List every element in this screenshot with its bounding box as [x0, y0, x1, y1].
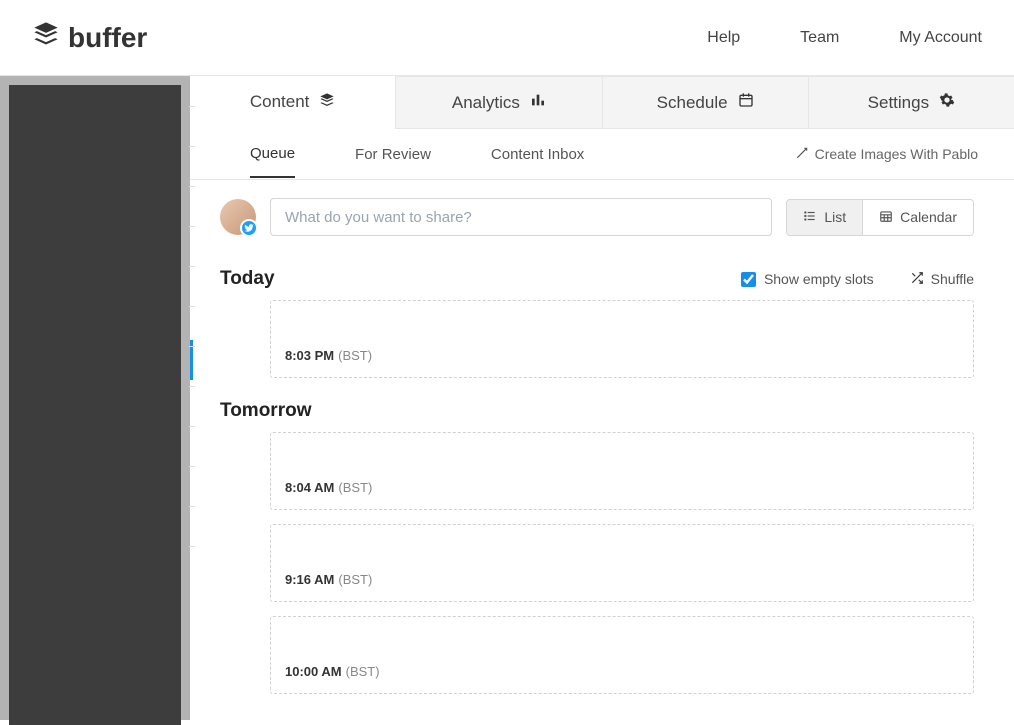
composer-row: List Calendar	[190, 180, 1014, 254]
show-empty-slots-toggle[interactable]: Show empty slots	[741, 271, 874, 287]
tab-analytics-label: Analytics	[452, 93, 520, 113]
tab-settings[interactable]: Settings	[808, 76, 1014, 128]
nav-team[interactable]: Team	[800, 29, 839, 47]
slot-time: 10:00 AM	[285, 664, 342, 679]
tab-settings-label: Settings	[868, 93, 929, 113]
view-calendar-button[interactable]: Calendar	[862, 200, 973, 235]
pablo-label: Create Images With Pablo	[815, 146, 978, 162]
account-separators	[189, 106, 195, 547]
buffer-logo-icon	[32, 20, 60, 55]
wand-icon	[795, 146, 809, 163]
slot-timezone: (BST)	[338, 348, 372, 363]
accounts-sidebar	[0, 76, 190, 720]
subtab-for-review[interactable]: For Review	[355, 132, 431, 177]
slot-time: 8:03 PM	[285, 348, 334, 363]
tab-content[interactable]: Content	[190, 76, 395, 129]
queue-slot[interactable]: 8:03 PM (BST)	[270, 300, 974, 378]
slot-time: 8:04 AM	[285, 480, 334, 495]
list-icon	[803, 209, 817, 226]
content-subtabs: Queue For Review Content Inbox Create Im…	[190, 129, 1014, 180]
day-controls: Show empty slots Shuffle	[741, 271, 974, 288]
nav-help[interactable]: Help	[707, 29, 740, 47]
tab-content-label: Content	[250, 92, 310, 112]
queue-body: Today Show empty slots Shuffle 8:03 PM	[190, 254, 1014, 720]
top-nav: Help Team My Account	[707, 29, 982, 47]
show-empty-slots-label: Show empty slots	[764, 271, 874, 287]
tab-schedule-label: Schedule	[657, 93, 728, 113]
subtab-content-inbox[interactable]: Content Inbox	[491, 132, 584, 177]
view-calendar-label: Calendar	[900, 209, 957, 225]
slot-timezone: (BST)	[338, 480, 372, 495]
brand-name: buffer	[68, 22, 147, 54]
show-empty-slots-checkbox[interactable]	[741, 272, 756, 287]
main-tabs: Content Analytics Schedule Settings	[190, 76, 1014, 129]
shuffle-icon	[910, 271, 924, 288]
slot-time: 9:16 AM	[285, 572, 334, 587]
view-list-button[interactable]: List	[787, 200, 862, 235]
calendar-icon	[738, 92, 754, 113]
pablo-link[interactable]: Create Images With Pablo	[795, 146, 978, 163]
brand-logo[interactable]: buffer	[32, 20, 147, 55]
tab-schedule[interactable]: Schedule	[602, 76, 808, 128]
avatar[interactable]	[220, 199, 256, 235]
accounts-list-placeholder	[9, 85, 181, 725]
tab-analytics[interactable]: Analytics	[395, 76, 601, 128]
subtab-queue[interactable]: Queue	[250, 131, 295, 178]
view-toggle: List Calendar	[786, 199, 974, 236]
slot-timezone: (BST)	[338, 572, 372, 587]
queue-slot[interactable]: 8:04 AM (BST)	[270, 432, 974, 510]
shuffle-label: Shuffle	[931, 271, 974, 287]
day-title: Tomorrow	[220, 400, 311, 422]
gear-icon	[939, 92, 955, 113]
twitter-badge-icon	[240, 219, 258, 237]
calendar-grid-icon	[879, 209, 893, 226]
day-header-today: Today Show empty slots Shuffle	[220, 268, 974, 290]
slot-timezone: (BST)	[346, 664, 380, 679]
nav-my-account[interactable]: My Account	[899, 29, 982, 47]
day-title: Today	[220, 268, 275, 290]
queue-slot[interactable]: 9:16 AM (BST)	[270, 524, 974, 602]
main-panel: Content Analytics Schedule Settings	[190, 76, 1014, 720]
day-header-tomorrow: Tomorrow	[220, 400, 974, 422]
shuffle-button[interactable]: Shuffle	[910, 271, 974, 288]
stack-icon	[319, 92, 335, 113]
view-list-label: List	[824, 209, 846, 225]
queue-slot[interactable]: 10:00 AM (BST)	[270, 616, 974, 694]
composer-input[interactable]	[270, 198, 772, 236]
bar-chart-icon	[530, 92, 546, 113]
top-header: buffer Help Team My Account	[0, 0, 1014, 76]
